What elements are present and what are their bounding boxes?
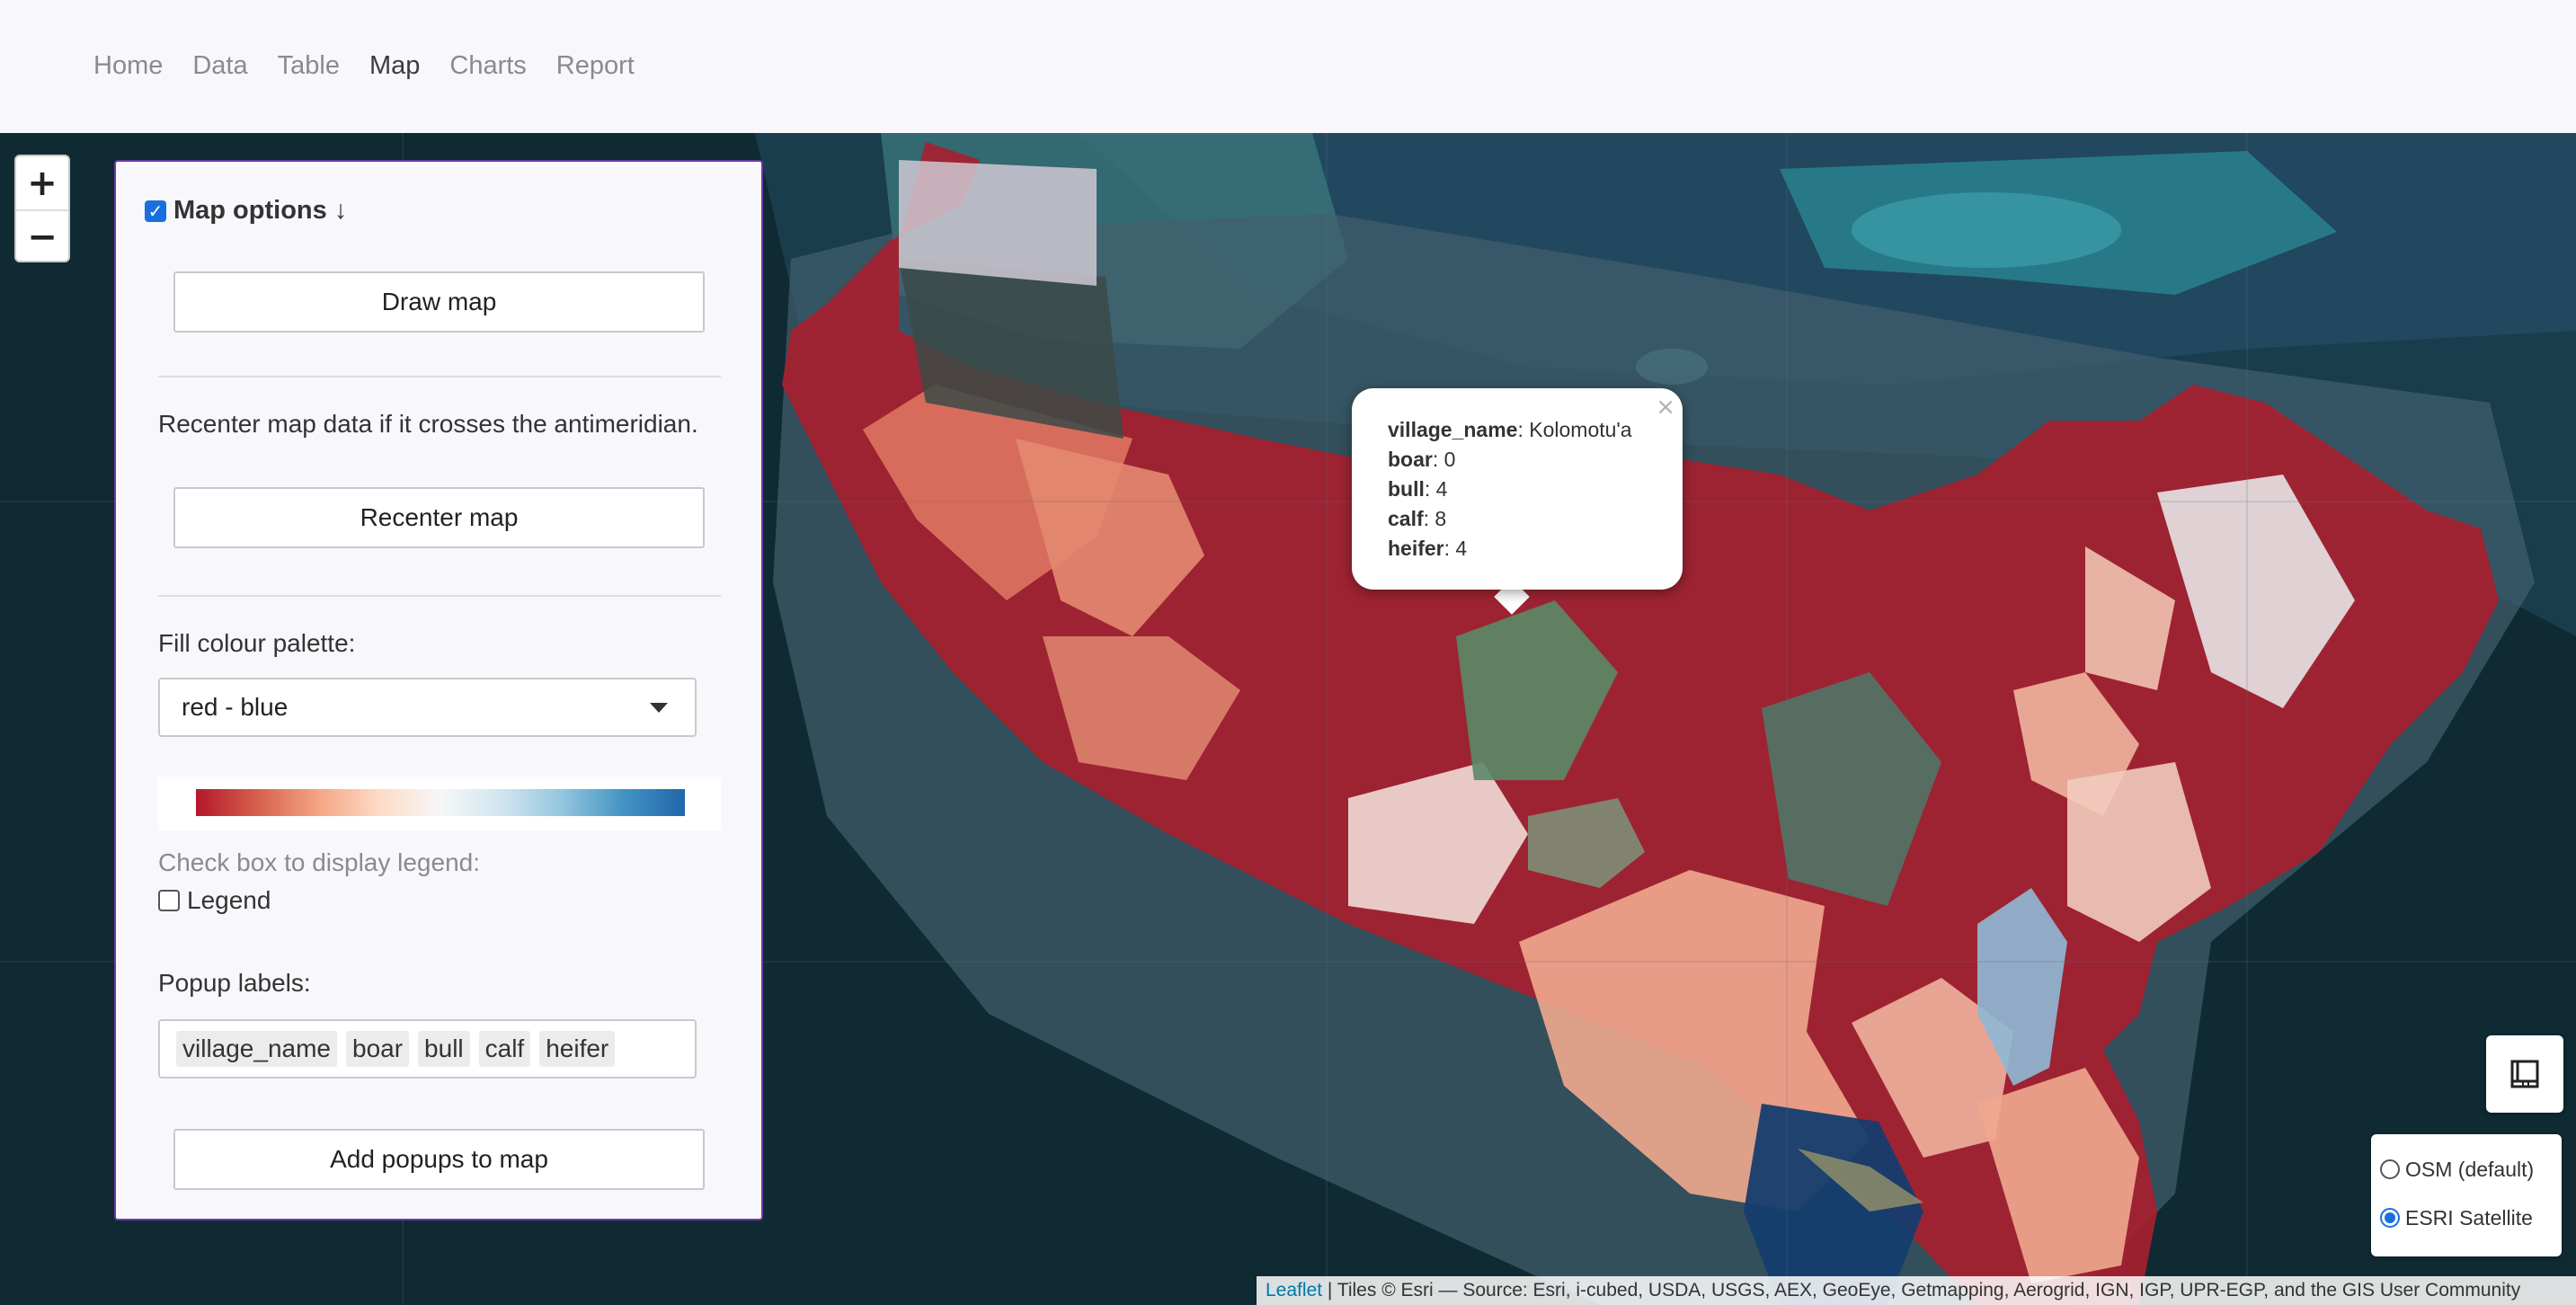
layer-option-esri[interactable]: ESRI Satellite [2380, 1194, 2553, 1242]
legend-checkbox[interactable] [158, 890, 180, 911]
popup-field: calf: 8 [1388, 507, 1447, 530]
legend-label[interactable]: Legend [187, 886, 271, 915]
palette-selected-value: red - blue [182, 693, 289, 721]
popup-field-key: village_name [1388, 418, 1518, 441]
popup-field-value: 8 [1435, 507, 1447, 530]
legend-hint: Check box to display legend: [158, 848, 480, 876]
ruler-icon [2510, 1060, 2539, 1088]
popup-field-key: bull [1388, 477, 1425, 501]
popup-field-value: 0 [1443, 448, 1456, 471]
radio-button[interactable] [2380, 1159, 2400, 1179]
nav-item-map[interactable]: Map [369, 50, 420, 81]
popup-label-tag[interactable]: bull [418, 1031, 470, 1067]
layer-label: OSM (default) [2405, 1157, 2535, 1181]
nav-item-home[interactable]: Home [93, 50, 163, 81]
nav-item-report[interactable]: Report [556, 50, 635, 81]
legend-toggle: Legend [158, 886, 271, 915]
layer-option-osm[interactable]: OSM (default) [2380, 1145, 2553, 1194]
add-popups-button[interactable]: Add popups to map [173, 1129, 705, 1190]
panel-title[interactable]: Map options ↓ [173, 196, 347, 226]
popup-field-value: Kolomotu'a [1529, 418, 1632, 441]
palette-preview [158, 777, 721, 830]
nav-item-charts[interactable]: Charts [449, 50, 526, 81]
palette-select[interactable]: red - blue [158, 678, 697, 737]
nav-list: Home Data Table Map Charts Report [93, 50, 664, 81]
map-popup: × village_name: Kolomotu'a boar: 0 bull:… [1352, 388, 1683, 590]
popup-label-tag[interactable]: heifer [539, 1031, 616, 1067]
popup-field-key: heifer [1388, 537, 1444, 560]
popup-labels-label: Popup labels: [158, 969, 311, 997]
popup-field: bull: 4 [1388, 477, 1448, 501]
popup-field: heifer: 4 [1388, 537, 1468, 560]
map-options-checkbox[interactable]: ✓ [145, 200, 166, 222]
layer-label: ESRI Satellite [2405, 1205, 2533, 1230]
popup-field-value: 4 [1435, 477, 1448, 501]
popup-label-tag[interactable]: boar [346, 1031, 410, 1067]
recenter-description: Recenter map data if it crosses the anti… [158, 410, 698, 438]
radio-button[interactable] [2380, 1208, 2400, 1228]
basemap-layer-control: OSM (default) ESRI Satellite [2371, 1134, 2562, 1256]
zoom-in-button[interactable]: + [16, 156, 68, 209]
draw-map-button[interactable]: Draw map [173, 271, 705, 333]
popup-field: boar: 0 [1388, 448, 1456, 471]
measure-button[interactable] [2486, 1035, 2563, 1113]
popup-label-tag[interactable]: calf [478, 1031, 531, 1067]
close-icon[interactable]: × [1656, 394, 1675, 421]
zoom-out-button[interactable]: − [16, 209, 68, 261]
popup-labels-input[interactable]: village_name boar bull calf heifer [158, 1019, 697, 1079]
popup-field-key: calf [1388, 507, 1424, 530]
popup-field-key: boar [1388, 448, 1433, 471]
leaflet-link[interactable]: Leaflet [1266, 1280, 1322, 1301]
panel-header: ✓ Map options ↓ [145, 196, 347, 226]
palette-gradient [196, 789, 685, 816]
popup-field-value: 4 [1455, 537, 1468, 560]
top-navbar: Home Data Table Map Charts Report [0, 0, 2576, 133]
palette-label: Fill colour palette: [158, 629, 356, 657]
popup-label-tag[interactable]: village_name [176, 1031, 337, 1067]
recenter-map-button[interactable]: Recenter map [173, 487, 705, 548]
map-attribution: Leaflet | Tiles © Esri — Source: Esri, i… [1257, 1276, 2576, 1305]
divider [158, 595, 721, 597]
attribution-text: | Tiles © Esri — Source: Esri, i-cubed, … [1322, 1280, 2521, 1301]
zoom-control: + − [14, 155, 70, 262]
nav-item-data[interactable]: Data [192, 50, 247, 81]
map-options-panel: ✓ Map options ↓ Draw map Recenter map da… [114, 160, 763, 1221]
divider [158, 376, 721, 377]
nav-item-table[interactable]: Table [278, 50, 340, 81]
popup-field: village_name: Kolomotu'a [1388, 418, 1632, 441]
caret-down-icon [650, 703, 668, 713]
